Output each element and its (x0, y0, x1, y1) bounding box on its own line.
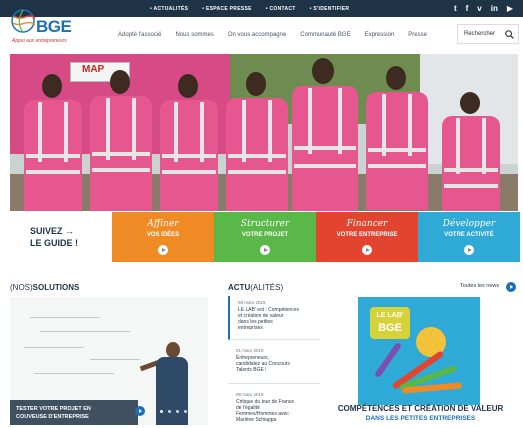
vimeo-icon[interactable]: v (477, 4, 481, 13)
slider-dot[interactable] (160, 410, 163, 413)
utility-links: • ACTUALITÉS • ESPACE PRESSE • CONTACT •… (150, 0, 349, 17)
news-date: 08 mars 2019 (238, 300, 266, 305)
search-box[interactable]: Rechercher (457, 24, 519, 44)
tile-title: Affiner (147, 219, 179, 229)
guide-tile-developper[interactable]: Développer VOTRE ACTIVITÉ (418, 212, 520, 262)
news-date: 08 mars 2019 (236, 392, 264, 397)
tile-subtitle: VOS IDÉES (146, 232, 180, 238)
link-espace-presse[interactable]: • ESPACE PRESSE (202, 6, 252, 12)
hero-banner: MAP (10, 54, 518, 211)
nav-item-communaute[interactable]: Communauté BGE (300, 32, 350, 38)
lab-bge-promo-image[interactable]: LE LAB' BGE (358, 297, 480, 405)
slider-dot[interactable] (184, 410, 187, 413)
solutions-heading-prefix: (NOS) (10, 283, 33, 292)
nav-item-expression[interactable]: Expression (365, 32, 395, 38)
slider-dot[interactable] (176, 410, 179, 413)
whiteboard-line (40, 331, 130, 332)
twitter-icon[interactable]: t (454, 4, 457, 13)
link-actualites[interactable]: • ACTUALITÉS (150, 6, 188, 12)
whiteboard-line (24, 347, 84, 348)
nav-item-presse[interactable]: Presse (408, 32, 427, 38)
tile-subtitle: VOTRE ENTREPRISE (336, 232, 398, 238)
actu-list: 08 mars 2019 LE LAB' est : Compétences e… (228, 296, 320, 428)
whiteboard-line (30, 317, 100, 318)
search-icon[interactable] (505, 30, 514, 39)
badge-line1: LE LAB' (376, 312, 404, 319)
guide-tile-structurer[interactable]: Structurer VOTRE PROJET (214, 212, 316, 262)
slider-dots (160, 410, 187, 413)
link-contact[interactable]: • CONTACT (266, 6, 296, 12)
solutions-caption-line2: COUVEUSE D'ENTREPRISE (16, 414, 89, 420)
nav-item-nous-sommes[interactable]: Nous sommes (176, 32, 214, 38)
logo-brand: BGE (36, 17, 72, 36)
play-icon[interactable] (260, 245, 270, 255)
whiteboard-line (90, 359, 140, 360)
facebook-icon[interactable]: f (466, 4, 469, 13)
social-links: t f v in ▶ (454, 0, 513, 17)
globe-logo-icon (11, 9, 36, 33)
all-news-arrow-icon[interactable] (506, 282, 516, 292)
search-label: Rechercher (464, 31, 496, 37)
whiteboard-line (34, 373, 114, 374)
hero-sign-text: MAP (82, 64, 105, 75)
solutions-caption[interactable]: TESTER VOTRE PROJET EN COUVEUSE D'ENTREP… (10, 400, 138, 425)
news-text-line: entreprises (238, 325, 263, 331)
guide-intro-line1: SUIVEZ → (30, 226, 75, 236)
solutions-heading: (NOS)SOLUTIONS (10, 283, 79, 292)
bge-logo[interactable]: BGE Appui aux entrepreneurs (8, 6, 108, 48)
guide-bar: SUIVEZ → LE GUIDE ! Affiner VOS IDÉES St… (10, 212, 520, 262)
actu-heading-main: ACTU (228, 283, 251, 292)
news-text-line: Talents BGE ! (236, 367, 267, 373)
solutions-heading-main: SOLUTIONS (32, 283, 80, 292)
news-date: 01 mars 2019 (236, 348, 264, 353)
main-nav: Adopté l'associé Nous sommes On vous acc… (118, 28, 427, 42)
pencil-icon (374, 341, 402, 379)
solutions-caption-line1: TESTER VOTRE PROJET EN (16, 406, 91, 412)
tile-subtitle: VOTRE ACTIVITÉ (444, 232, 494, 238)
lab-bge-badge: LE LAB' BGE (370, 307, 410, 339)
tile-subtitle: VOTRE PROJET (241, 232, 289, 238)
tile-title: Structurer (240, 219, 290, 229)
play-icon[interactable] (362, 245, 372, 255)
nav-item-adopte[interactable]: Adopté l'associé (118, 32, 162, 38)
slide-next-icon[interactable] (135, 406, 145, 416)
news-item[interactable]: 08 mars 2019 LE LAB' est : Compétences e… (228, 296, 320, 340)
badge-line2: BGE (378, 322, 402, 334)
tile-title: Financer (346, 219, 388, 229)
link-identifier[interactable]: • S'IDENTIFIER (310, 6, 350, 12)
tile-title: Développer (442, 219, 496, 229)
news-text-line: Marlène Schiappa (236, 417, 277, 423)
nav-item-accompagne[interactable]: On vous accompagne (228, 32, 286, 38)
play-icon[interactable] (158, 245, 168, 255)
slider-dot[interactable] (168, 410, 171, 413)
news-item[interactable]: 01 mars 2019 Entrepreneurs, candidatez a… (228, 344, 320, 384)
presenter-head (166, 342, 180, 358)
promo-caption-line1: COMPÉTENCES ET CRÉATION DE VALEUR (337, 404, 504, 413)
logo-tagline: Appui aux entrepreneurs (12, 38, 67, 44)
linkedin-icon[interactable]: in (491, 4, 498, 13)
actu-heading-suffix: (ALITÉS) (250, 283, 284, 292)
guide-intro-line2: LE GUIDE ! (30, 238, 79, 248)
promo-caption-line2: DANS LES PETITES ENTREPRISES (365, 415, 476, 422)
all-news-link[interactable]: Toutes les news (460, 283, 499, 289)
news-item[interactable]: 08 mars 2019 Critique du tour de France … (228, 388, 320, 428)
youtube-icon[interactable]: ▶ (507, 4, 513, 13)
play-icon[interactable] (464, 245, 474, 255)
guide-tile-financer[interactable]: Financer VOTRE ENTREPRISE (316, 212, 418, 262)
guide-tile-affiner[interactable]: Affiner VOS IDÉES (112, 212, 214, 262)
presenter-body (156, 357, 188, 425)
guide-intro: SUIVEZ → LE GUIDE ! (10, 212, 112, 262)
actu-heading: ACTU(ALITÉS) (228, 283, 283, 292)
